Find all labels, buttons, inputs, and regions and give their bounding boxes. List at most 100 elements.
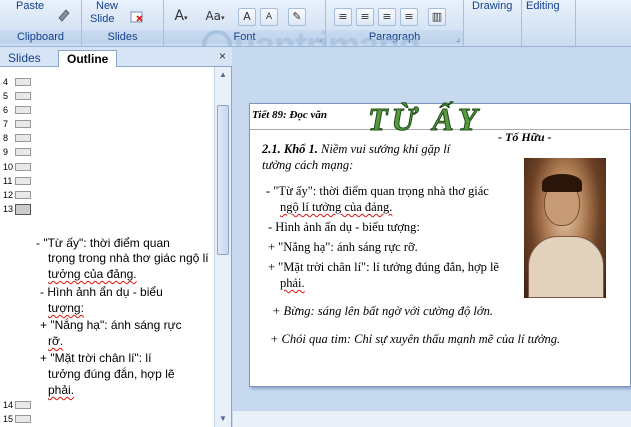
align-left-icon[interactable]: ≡ (334, 8, 352, 26)
new-slide-button[interactable]: New Slide (90, 0, 118, 26)
outline-row[interactable]: 12 (3, 189, 31, 201)
slide-number: 8 (3, 133, 9, 143)
slide-thumb-icon (15, 203, 31, 215)
outline-pane: Slides Outline × 4 5 6 7 8 9 10 11 12 13… (0, 47, 232, 427)
outline-row[interactable]: 5 (3, 90, 31, 102)
shrink-font-icon[interactable]: A (260, 8, 278, 26)
slide-thumb-icon (15, 415, 31, 423)
pane-tabs: Slides Outline × (0, 47, 232, 67)
outline-scrollbar[interactable]: ▲ ▼ (214, 67, 231, 427)
slide-thumb-icon (15, 78, 31, 86)
paste-button[interactable]: Paste (16, 0, 44, 12)
slide-number: 6 (3, 105, 9, 115)
author-portrait-photo[interactable] (524, 158, 606, 298)
outline-line[interactable]: - Hình ảnh ẩn dụ - biểu (40, 285, 163, 301)
font-color-icon[interactable]: A▾ (170, 8, 192, 26)
tab-slides[interactable]: Slides (0, 50, 49, 67)
outline-line[interactable]: + "Mặt trời chân lí": lí (40, 351, 151, 367)
clear-formatting-icon[interactable]: ✎ (288, 8, 306, 26)
slide-canvas[interactable]: Tiết 89: Đọc văn TỪ ẤY - Tố Hữu - 2.1. K… (249, 101, 631, 387)
font-group-label: Font (164, 30, 325, 44)
grow-font-icon[interactable]: A (238, 8, 256, 26)
clipboard-group: Paste Clipboard (0, 0, 82, 46)
outline-row[interactable]: 8 (3, 132, 31, 144)
outline-line-2: tưởng của đảng. (48, 267, 137, 281)
outline-line[interactable]: tưởng đúng đắn, hợp lẽ (48, 367, 175, 383)
heading-bold: 2.1. Khổ 1. (262, 142, 318, 156)
outline-line-5: + "Nắng hạ": ánh sáng rực (40, 318, 182, 332)
slide-number: 5 (3, 91, 9, 101)
tab-outline[interactable]: Outline (58, 50, 118, 67)
slide-title[interactable]: TỪ ẤY (367, 101, 481, 138)
outline-line-7: + "Mặt trời chân lí": lí (40, 351, 152, 365)
outline-row[interactable]: 14 (3, 399, 31, 411)
horizontal-scrollbar[interactable] (233, 410, 631, 427)
lesson-label[interactable]: Tiết 89: Đọc văn (252, 109, 327, 121)
align-right-icon[interactable]: ≡ (378, 8, 396, 26)
outline-content[interactable]: 4 5 6 7 8 9 10 11 12 13 - "Từ ấy": thời … (0, 67, 214, 427)
portrait-body (528, 236, 604, 298)
paragraph-dialog-launcher-icon[interactable]: ⌟ (456, 34, 460, 43)
editing-button[interactable]: Editing (526, 0, 560, 12)
slide-number: 11 (3, 176, 13, 186)
bullet-0: - "Từ ấy": thời điểm quan trọng nhà thơ … (266, 184, 489, 198)
outline-line[interactable]: rỡ. (48, 334, 63, 350)
outline-line[interactable]: + "Nắng hạ": ánh sáng rực (40, 318, 182, 334)
heading-line-2[interactable]: tưởng cách mạng: (262, 158, 353, 173)
author-label[interactable]: - Tố Hữu - (498, 130, 552, 145)
outline-line-8: tưởng đúng đắn, hợp lẽ (48, 367, 175, 381)
outline-line[interactable]: trọng trong nhà thơ giác ngộ lí (48, 251, 209, 267)
outline-row[interactable]: 6 (3, 104, 31, 116)
outline-row[interactable]: 9 (3, 146, 31, 158)
bullet-line[interactable]: phải. (280, 276, 305, 291)
drawing-button[interactable]: Drawing (472, 0, 512, 12)
outline-row[interactable]: 11 (3, 175, 31, 187)
outline-line[interactable]: phải. (48, 383, 74, 399)
note-line-2[interactable]: + Chói qua tim: Chỉ sự xuyên thấu mạnh m… (270, 332, 560, 347)
slide-thumb-icon (15, 163, 31, 171)
outline-line[interactable]: tượng: (48, 301, 84, 317)
bullet-line[interactable]: - Hình ảnh ẩn dụ - biểu tượng: (268, 220, 420, 235)
slide-title-bar: Tiết 89: Đọc văn TỪ ẤY - Tố Hữu - (250, 101, 631, 144)
scroll-down-icon[interactable]: ▼ (217, 413, 229, 425)
slide-number: 10 (3, 162, 14, 172)
format-painter-icon[interactable] (56, 6, 74, 22)
outline-row[interactable]: 4 (3, 76, 31, 88)
paragraph-group: ≡ ≡ ≡ ≡ ▥ Paragraph ⌟ (326, 0, 464, 46)
slide-number: 7 (3, 119, 9, 129)
bullet-line[interactable]: ngộ lí tưởng của đảng. (280, 200, 392, 215)
outline-line-4: tượng: (48, 301, 84, 315)
slide-number: 14 (3, 400, 14, 410)
font-dialog-launcher-icon[interactable]: ⌟ (318, 34, 322, 43)
outline-line[interactable]: tưởng của đảng. (48, 267, 137, 283)
bullet-5: phải. (280, 276, 305, 290)
outline-row-selected[interactable]: 13 (3, 203, 31, 215)
justify-icon[interactable]: ≡ (400, 8, 418, 26)
outline-line-6: rỡ. (48, 334, 64, 348)
scroll-up-icon[interactable]: ▲ (217, 69, 229, 81)
heading-text: Niềm vui sướng khi gặp lí (317, 142, 451, 156)
outline-row[interactable]: 7 (3, 118, 31, 130)
slides-group: New Slide Slides (82, 0, 164, 46)
columns-icon[interactable]: ▥ (428, 8, 446, 26)
bullet-line[interactable]: - "Từ ấy": thời điểm quan trọng nhà thơ … (266, 184, 489, 199)
outline-line[interactable]: - "Từ ấy": thời điểm quan (36, 236, 170, 252)
clipboard-group-label: Clipboard (0, 30, 81, 44)
bullet-line[interactable]: + "Nắng hạ": ánh sáng rực rỡ. (268, 240, 418, 255)
outline-row[interactable]: 15 (3, 413, 31, 425)
close-pane-icon[interactable]: × (219, 49, 226, 63)
paragraph-group-label: Paragraph (326, 30, 463, 44)
slide-thumb-icon (15, 148, 31, 156)
slide-number: 13 (3, 204, 14, 214)
delete-slide-icon[interactable] (130, 10, 144, 24)
bullet-line[interactable]: + "Mặt trời chân lí": lí tưởng đúng đắn,… (268, 260, 499, 275)
scroll-thumb[interactable] (217, 105, 229, 255)
note-line-1[interactable]: + Bừng: sáng lên bất ngờ với cường độ lớ… (272, 304, 493, 319)
outline-row[interactable]: 10 (3, 161, 31, 173)
change-case-icon[interactable]: Aa▾ (202, 8, 228, 26)
section-heading[interactable]: 2.1. Khổ 1. Niềm vui sướng khi gặp lí (262, 142, 450, 157)
align-center-icon[interactable]: ≡ (356, 8, 374, 26)
slide-thumb-icon (15, 177, 31, 185)
outline-line-0: - "Từ ấy": thời điểm quan (36, 236, 170, 250)
outline-line-3: - Hình ảnh ẩn dụ - biểu (40, 285, 163, 299)
